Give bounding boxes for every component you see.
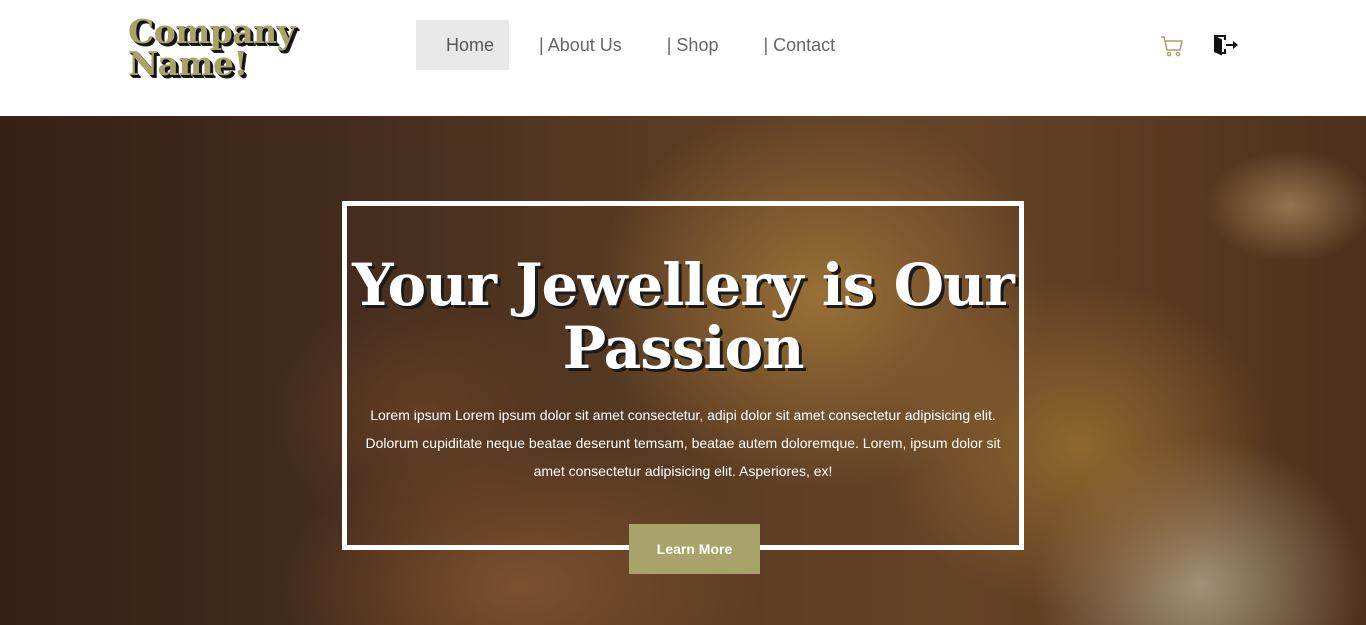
learn-more-button[interactable]: Learn More — [629, 524, 760, 574]
hero-description: Lorem ipsum Lorem ipsum dolor sit amet c… — [365, 407, 1001, 479]
hero-title: Your Jewellery is Our Passion — [352, 251, 1015, 382]
nav-shop[interactable]: | Shop — [667, 20, 719, 70]
main-nav: Home | About Us | Shop | Contact — [416, 20, 835, 70]
nav-contact[interactable]: | Contact — [763, 20, 835, 70]
hero-frame: Your Jewellery is Our Passion Lorem ipsu… — [342, 201, 1024, 550]
nav-home[interactable]: Home — [416, 20, 510, 70]
company-logo[interactable]: Company Name! — [128, 15, 298, 80]
site-header: Company Name! Home | About Us | Shop | C… — [0, 0, 1366, 116]
hero-banner: Your Jewellery is Our Passion Lorem ipsu… — [0, 116, 1366, 625]
logout-icon[interactable] — [1212, 34, 1240, 56]
cart-icon[interactable] — [1160, 35, 1184, 57]
nav-about-us[interactable]: | About Us — [539, 20, 622, 70]
